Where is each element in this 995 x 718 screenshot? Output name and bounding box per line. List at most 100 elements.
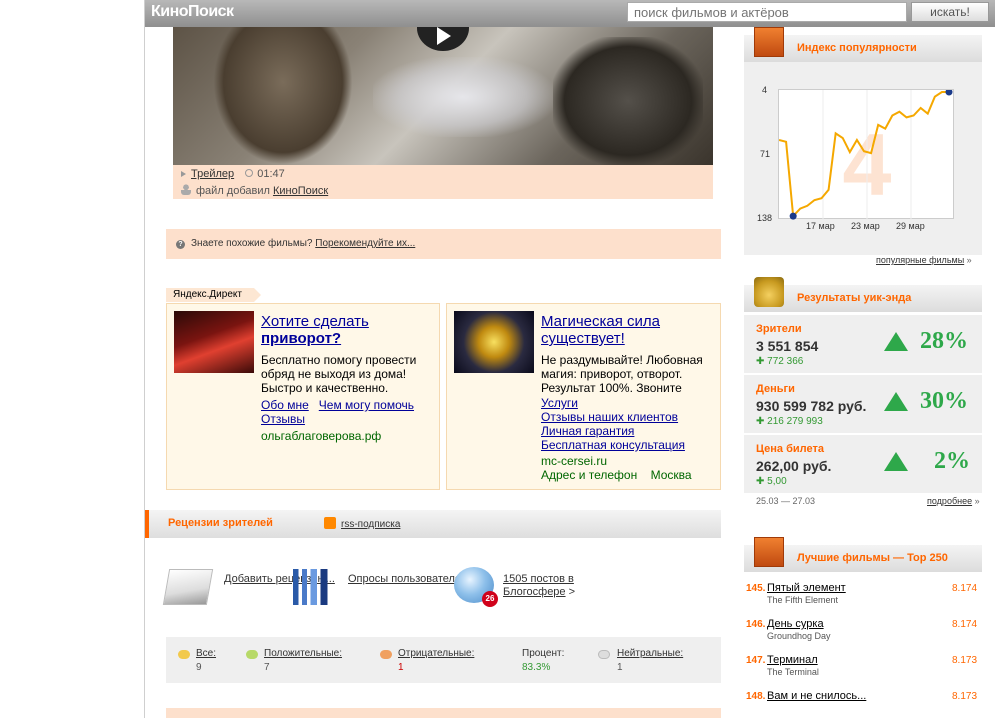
popularity-chart[interactable]: 4: [778, 88, 954, 220]
red-bubble-icon: [380, 650, 392, 659]
ad-title[interactable]: Магическая сила существует!: [541, 313, 711, 347]
bar-chart-icon[interactable]: [293, 569, 337, 605]
top250-title: Лучшие фильмы — Top 250: [797, 552, 948, 564]
yandex-direct-label[interactable]: Яндекс.Директ: [166, 288, 261, 302]
play-icon[interactable]: [417, 27, 469, 51]
top250-item[interactable]: 146. День сурка Groundhog Day 8.174: [744, 617, 982, 651]
blog-count-badge: 26: [482, 591, 498, 607]
popularity-header: Индекс популярности: [744, 27, 982, 62]
ad-link[interactable]: Личная гарантия: [541, 424, 634, 438]
trailer-added-by: файл добавил КиноПоиск: [181, 184, 328, 197]
similar-question: Знаете похожие фильмы?: [191, 238, 313, 249]
chart-point: [945, 88, 953, 96]
added-by-link[interactable]: КиноПоиск: [273, 185, 328, 197]
top250-box: Лучшие фильмы — Top 250 145. Пятый элемен…: [744, 537, 982, 718]
popularity-box: Индекс популярности 4 4 71 138 17 мар 23…: [744, 27, 982, 265]
stat-positive[interactable]: Положительные: 7: [264, 648, 342, 673]
weekend-row-viewers: Зрители 3 551 854 ✚ 772 366 28%: [744, 315, 982, 373]
ad-title[interactable]: Хотите сделать приворот?: [261, 313, 431, 347]
reviews-title: Рецензии зрителей: [168, 517, 273, 529]
stat-negative[interactable]: Отрицательные: 1: [398, 648, 474, 673]
reviews-stats: Все: 9 Положительные: 7 Отрицательные: 1 Пр…: [166, 637, 721, 683]
top250-item[interactable]: 148. Вам и не снилось... 8.173: [744, 689, 982, 718]
ad-card[interactable]: Магическая сила существует! Не раздумыва…: [446, 303, 721, 490]
weekend-box: Результаты уик-энда Зрители 3 551 854 ✚ …: [744, 277, 982, 510]
site-logo[interactable]: КиноПоиск: [151, 3, 234, 21]
y-tick: 138: [757, 213, 773, 223]
search-button[interactable]: искать!: [911, 2, 989, 22]
ad-link[interactable]: Обо мне: [261, 398, 309, 412]
yellow-bubble-icon: [178, 650, 190, 659]
ad-extra: Адрес и телефон Москва: [541, 468, 692, 482]
grey-bubble-icon: [598, 650, 610, 659]
trailer-meta: Трейлер 01:47: [181, 168, 285, 180]
rss-subscribe[interactable]: rss-подписка: [324, 517, 400, 530]
top250-item[interactable]: 145. Пятый элемент The Fifth Element 8.174: [744, 581, 982, 615]
added-by-prefix: файл добавил: [196, 185, 270, 197]
top-bar: КиноПоиск искать!: [145, 0, 995, 27]
green-bubble-icon: [246, 650, 258, 659]
video-frame-figure: [553, 37, 703, 165]
y-tick: 4: [762, 85, 768, 95]
video-frame-snow: [373, 57, 553, 137]
x-tick: 23 мар: [851, 221, 880, 231]
x-tick: 29 мар: [896, 221, 925, 231]
ad-domain[interactable]: mc-cersei.ru: [541, 454, 607, 468]
similar-films-bar: ? Знаете похожие фильмы? Порекомендуйте и…: [166, 229, 721, 259]
weekend-header: Результаты уик-энда: [744, 277, 982, 312]
coins-icon: [754, 277, 784, 307]
podium-icon: [754, 27, 784, 57]
rss-icon: [324, 517, 336, 529]
stat-all[interactable]: Все: 9: [196, 648, 216, 673]
weekend-more-link[interactable]: подробнее »: [927, 496, 980, 506]
blogs-link[interactable]: 1505 постов в Блогосфере >: [503, 573, 593, 599]
search-input[interactable]: [627, 2, 907, 22]
ad-card[interactable]: Хотите сделать приворот? Бесплатно помог…: [166, 303, 440, 490]
user-icon: [181, 184, 191, 195]
popular-films-link[interactable]: популярные фильмы »: [876, 255, 972, 265]
document-icon[interactable]: [162, 569, 214, 605]
ad-image[interactable]: [454, 311, 534, 373]
ad-links: Услуги Отзывы наших клиентов Личная гара…: [541, 396, 685, 452]
up-arrow-icon: [884, 392, 908, 411]
triangle-icon: [181, 171, 186, 177]
weekend-row-money: Деньги 930 599 782 руб. ✚ 216 279 993 30…: [744, 375, 982, 433]
top250-item[interactable]: 147. Терминал The Terminal 8.173: [744, 653, 982, 687]
weekend-title: Результаты уик-энда: [797, 292, 912, 304]
x-tick: 17 мар: [806, 221, 835, 231]
ad-domain[interactable]: ольгаблаговерова.рф: [261, 429, 381, 443]
weekend-period: 25.03 — 27.03: [756, 496, 816, 506]
ad-link[interactable]: Бесплатная консультация: [541, 438, 685, 452]
ad-extra-address[interactable]: Адрес и телефон: [541, 468, 637, 482]
ad-link[interactable]: Отзывы: [261, 412, 305, 426]
page: КиноПоиск искать! Трейлер 01:47 файл доб…: [0, 0, 995, 718]
ad-links: Обо мне Чем могу помочь Отзывы: [261, 398, 414, 426]
ad-link[interactable]: Услуги: [541, 396, 578, 410]
ad-image[interactable]: [174, 311, 254, 373]
left-gutter: [0, 0, 145, 718]
y-tick: 71: [760, 149, 771, 159]
trailer-link[interactable]: Трейлер: [191, 168, 234, 180]
recommend-link[interactable]: Порекомендуйте их...: [315, 238, 415, 249]
trailer-video[interactable]: [173, 27, 713, 165]
ad-link[interactable]: Отзывы наших клиентов: [541, 410, 678, 424]
podium-icon: [754, 537, 784, 567]
review-actions: Добавить рецензию... Опросы пользователе…: [162, 565, 721, 615]
trailer-block: Трейлер 01:47 файл добавил КиноПоиск: [173, 27, 713, 199]
popularity-title: Индекс популярности: [797, 42, 917, 54]
ad-link[interactable]: Чем могу помочь: [319, 398, 414, 412]
ad-extra-city: Москва: [650, 468, 692, 482]
chart-point: [789, 212, 797, 220]
video-frame-rider: [213, 27, 353, 165]
ad-text: Бесплатно помогу провести обряд не выход…: [261, 353, 417, 395]
stat-neutral[interactable]: Нейтральные: 1: [617, 648, 683, 673]
up-arrow-icon: [884, 332, 908, 351]
clock-icon: [245, 169, 254, 177]
trailer-duration: 01:47: [257, 168, 285, 180]
question-icon: ?: [176, 240, 185, 249]
up-arrow-icon: [884, 452, 908, 471]
stat-percent: Процент: 83.3%: [522, 648, 565, 673]
reviews-header: Рецензии зрителей rss-подписка: [145, 510, 721, 538]
popularity-chart-svg: 4: [778, 88, 953, 220]
bottom-strip: [166, 708, 721, 718]
